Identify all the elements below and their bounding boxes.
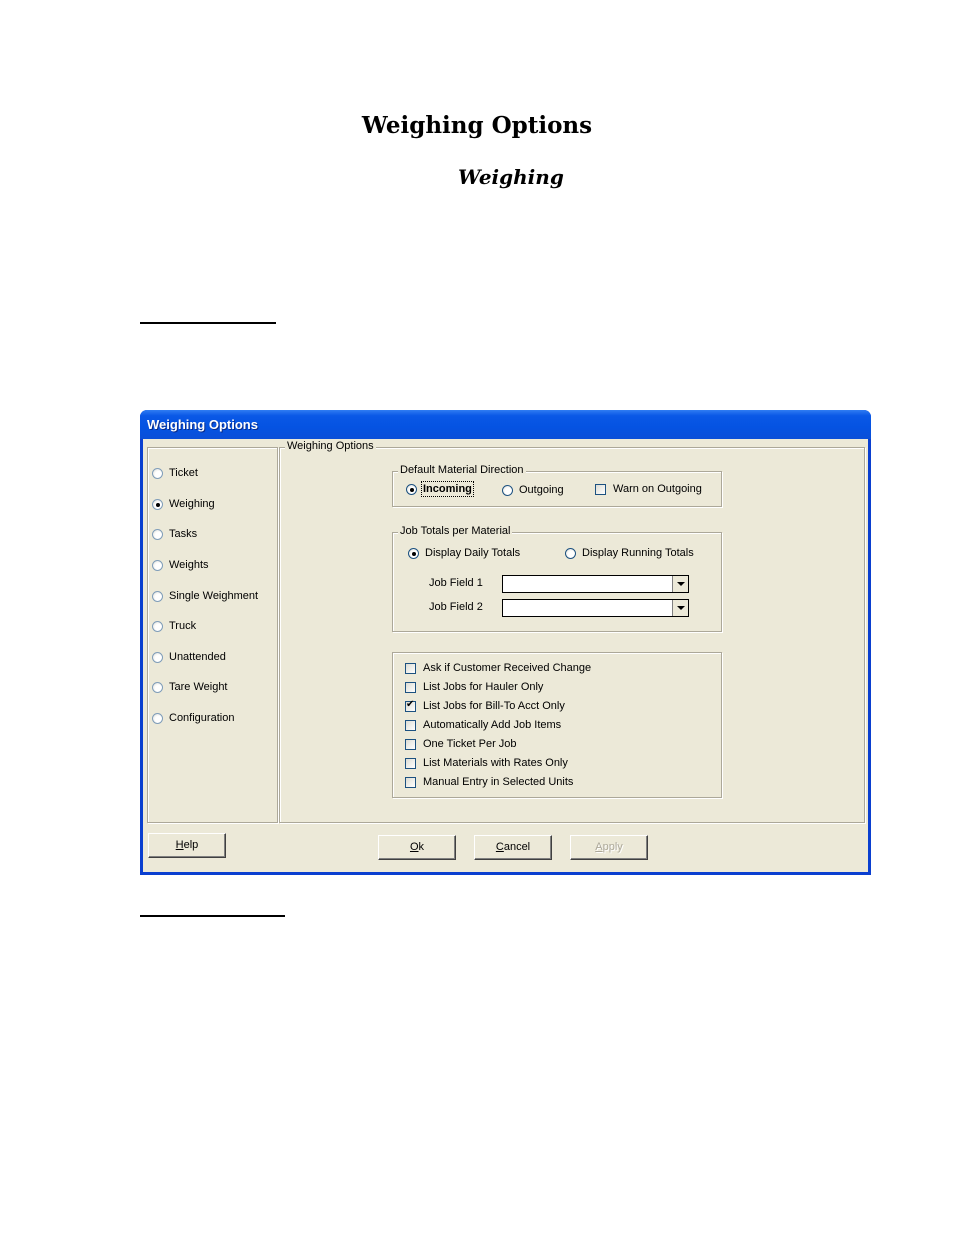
radio-running-label: Display Running Totals xyxy=(582,547,694,559)
radio-outgoing-label: Outgoing xyxy=(519,484,564,496)
dialog-client-area: Weighing Options Default Material Direct… xyxy=(143,439,868,872)
sidebar-radio-dot[interactable] xyxy=(152,467,163,479)
radio-incoming-label: Incoming xyxy=(421,481,474,497)
checkbox-unchecked-icon[interactable] xyxy=(405,719,416,731)
option-checkbox-row[interactable]: Ask if Customer Received Change xyxy=(405,662,591,674)
sidebar-item-tare-weight[interactable]: Tare Weight xyxy=(152,681,228,693)
sidebar-item-unattended[interactable]: Unattended xyxy=(152,651,226,663)
radio-daily-dot[interactable] xyxy=(408,547,419,559)
radio-daily-label: Display Daily Totals xyxy=(425,547,521,559)
option-checkbox-row[interactable]: List Materials with Rates Only xyxy=(405,757,568,769)
radio-daily-totals[interactable]: Display Daily Totals xyxy=(408,547,520,559)
job-field-1-label: Job Field 1 xyxy=(429,577,483,589)
blank-heading-rule xyxy=(140,915,285,917)
sidebar-item-label: Weighing xyxy=(169,498,215,510)
document-subtitle: Weighing xyxy=(458,165,564,189)
radio-running-totals[interactable]: Display Running Totals xyxy=(565,547,694,559)
checkbox-warn-on-outgoing[interactable]: Warn on Outgoing xyxy=(595,483,702,495)
help-label: elp xyxy=(183,839,199,851)
chevron-down-icon[interactable] xyxy=(672,576,688,592)
sidebar-item-label: Truck xyxy=(169,620,197,632)
option-checkbox-row[interactable]: Automatically Add Job Items xyxy=(405,719,561,731)
sidebar-radio-dot[interactable] xyxy=(152,620,163,632)
option-checkbox-row[interactable]: List Jobs for Bill-To Acct Only xyxy=(405,699,565,712)
checkbox-unchecked-icon[interactable] xyxy=(405,738,416,750)
job-field-2-combo[interactable] xyxy=(502,599,689,617)
apply-button[interactable]: Apply xyxy=(570,835,648,860)
job-totals-group-label: Job Totals per Material xyxy=(398,525,513,537)
sidebar-radio-dot[interactable] xyxy=(152,559,163,571)
sidebar-item-weighing[interactable]: Weighing xyxy=(152,498,215,510)
chevron-down-icon[interactable] xyxy=(672,600,688,616)
help-hotkey: H xyxy=(175,839,184,851)
direction-group-label: Default Material Direction xyxy=(398,464,526,476)
option-checkbox-label: List Jobs for Hauler Only xyxy=(423,681,544,693)
weighing-options-group-label: Weighing Options xyxy=(285,440,376,452)
radio-outgoing[interactable]: Outgoing xyxy=(502,484,564,496)
sidebar-item-label: Tare Weight xyxy=(169,681,228,693)
sidebar-item-configuration[interactable]: Configuration xyxy=(152,712,234,724)
sidebar-item-tasks[interactable]: Tasks xyxy=(152,528,197,540)
weighing-options-dialog: Weighing Options Weighing Options Defaul… xyxy=(140,410,871,875)
sidebar-item-label: Weights xyxy=(169,559,209,571)
checkbox-warn-box[interactable] xyxy=(595,483,606,495)
sidebar-item-single-weighment[interactable]: Single Weighment xyxy=(152,590,258,602)
option-checkbox-label: One Ticket Per Job xyxy=(423,738,517,750)
checkbox-unchecked-icon[interactable] xyxy=(405,776,416,788)
help-button[interactable]: Help xyxy=(148,833,226,858)
apply-label: pply xyxy=(602,841,623,853)
radio-running-dot[interactable] xyxy=(565,547,576,559)
ok-hotkey: O xyxy=(409,841,419,853)
option-checkbox-row[interactable]: Manual Entry in Selected Units xyxy=(405,776,573,788)
option-checkbox-row[interactable]: List Jobs for Hauler Only xyxy=(405,681,543,693)
cancel-button[interactable]: Cancel xyxy=(474,835,552,860)
sidebar-radio-dot[interactable] xyxy=(152,528,163,540)
checkbox-unchecked-icon[interactable] xyxy=(405,757,416,769)
sidebar-item-label: Configuration xyxy=(169,712,235,724)
radio-incoming-dot[interactable] xyxy=(406,483,417,495)
sidebar-radio-dot[interactable] xyxy=(152,681,163,693)
title-bar[interactable]: Weighing Options xyxy=(140,410,871,439)
document-title: Weighing Options xyxy=(361,112,593,139)
ok-button[interactable]: Ok xyxy=(378,835,456,860)
checkbox-unchecked-icon[interactable] xyxy=(405,681,416,693)
sidebar-item-truck[interactable]: Truck xyxy=(152,620,196,632)
option-checkbox-row[interactable]: One Ticket Per Job xyxy=(405,738,517,750)
option-checkbox-label: Automatically Add Job Items xyxy=(423,719,562,731)
job-field-1-combo[interactable] xyxy=(502,575,689,593)
sidebar-item-ticket[interactable]: Ticket xyxy=(152,467,198,479)
checkbox-warn-label: Warn on Outgoing xyxy=(613,483,702,495)
ok-label: k xyxy=(418,841,425,853)
blank-heading-rule xyxy=(140,322,276,324)
cancel-hotkey: C xyxy=(495,841,504,853)
checkbox-checked-icon[interactable] xyxy=(405,699,416,712)
sidebar-item-weights[interactable]: Weights xyxy=(152,559,209,571)
sidebar-item-label: Ticket xyxy=(169,467,198,479)
job-field-2-label: Job Field 2 xyxy=(429,601,483,613)
checkbox-unchecked-icon[interactable] xyxy=(405,662,416,674)
radio-incoming[interactable]: Incoming xyxy=(406,481,474,497)
sidebar-radio-dot[interactable] xyxy=(152,590,163,602)
sidebar-item-label: Single Weighment xyxy=(169,590,259,602)
sidebar-radio-dot[interactable] xyxy=(152,498,163,510)
option-checkbox-label: Ask if Customer Received Change xyxy=(423,662,592,674)
option-checkbox-label: Manual Entry in Selected Units xyxy=(423,776,574,788)
radio-outgoing-dot[interactable] xyxy=(502,484,513,496)
apply-hotkey: A xyxy=(595,841,603,853)
sidebar-radio-dot[interactable] xyxy=(152,651,163,663)
sidebar-radio-dot[interactable] xyxy=(152,712,163,724)
dialog-title: Weighing Options xyxy=(147,417,258,432)
option-checkbox-label: List Jobs for Bill-To Acct Only xyxy=(423,700,565,712)
cancel-label: ancel xyxy=(503,841,531,853)
sidebar-item-label: Tasks xyxy=(169,528,198,540)
sidebar-item-label: Unattended xyxy=(169,651,226,663)
option-checkbox-label: List Materials with Rates Only xyxy=(423,757,568,769)
